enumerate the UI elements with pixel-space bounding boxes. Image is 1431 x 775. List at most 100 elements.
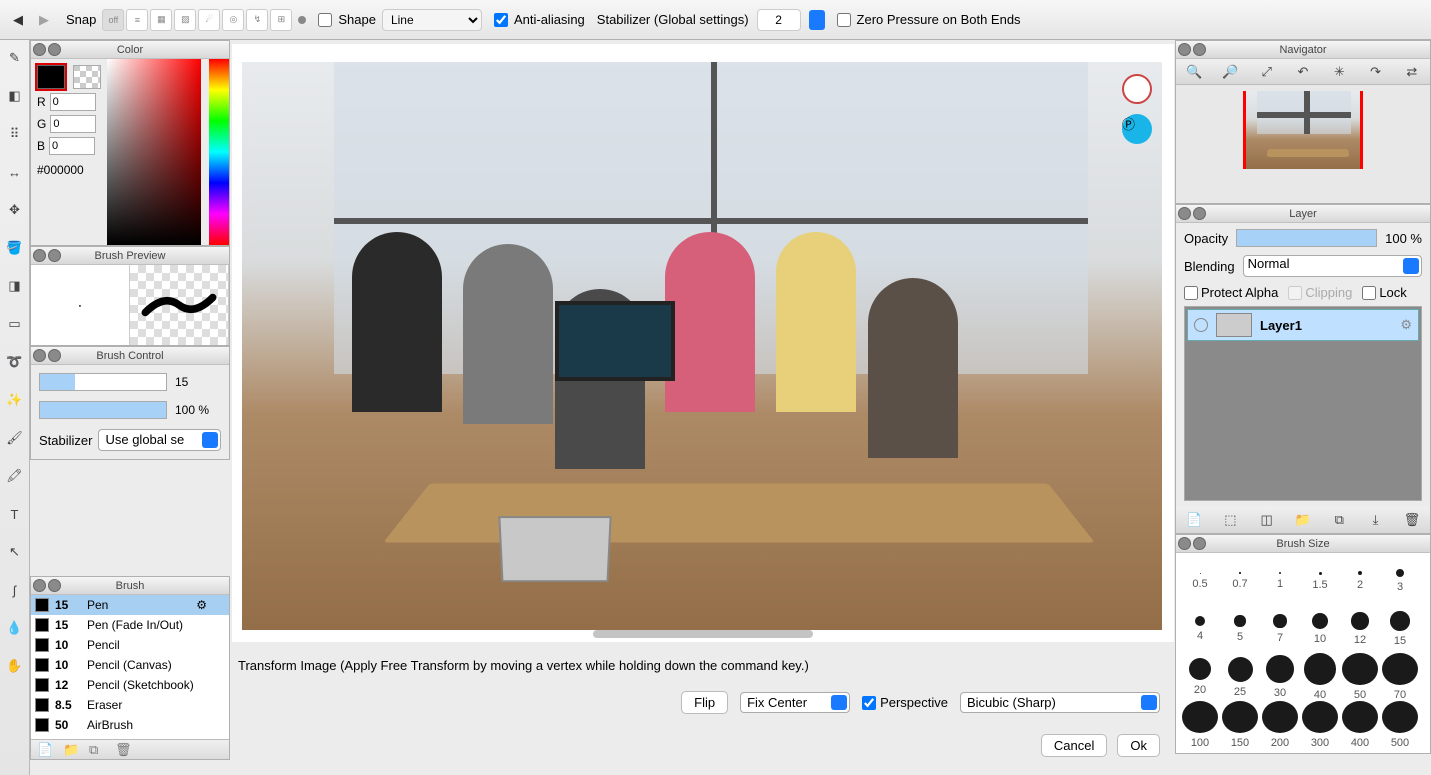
brush-size-cell[interactable]: 7 (1260, 605, 1300, 653)
zoom-in-icon[interactable]: 🔍 (1184, 62, 1204, 82)
brush-size-cell[interactable]: 70 (1380, 653, 1420, 701)
fit-icon[interactable]: ⤢ (1257, 62, 1277, 82)
text-tool-icon[interactable]: T (5, 504, 25, 524)
layer-item[interactable]: Layer1 ⚙ (1187, 309, 1419, 341)
close-icon[interactable] (1178, 43, 1191, 56)
close-icon[interactable] (33, 579, 46, 592)
rotate-left-icon[interactable]: ↶ (1293, 62, 1313, 82)
zeropress-checkbox[interactable] (837, 13, 851, 27)
layer-list[interactable]: Layer1 ⚙ (1184, 306, 1422, 501)
close-icon[interactable] (1178, 537, 1191, 550)
transform-tool-icon[interactable]: ✥ (5, 200, 25, 220)
brush-row[interactable]: 10Pencil (31, 635, 229, 655)
rotate-right-icon[interactable]: ↷ (1366, 62, 1386, 82)
close-icon[interactable] (33, 249, 46, 262)
rotate-reset-icon[interactable]: ✳ (1329, 62, 1349, 82)
menu-icon[interactable] (1193, 43, 1206, 56)
brush-size-cell[interactable]: 100 (1180, 701, 1220, 749)
gear-icon[interactable]: ⚙ (1400, 317, 1412, 333)
antialias-checkbox[interactable] (494, 13, 508, 27)
menu-icon[interactable] (48, 43, 61, 56)
color-picker-area[interactable] (107, 59, 229, 245)
brush-size-cell[interactable]: 30 (1260, 653, 1300, 701)
bucket-tool-icon[interactable]: 🪣 (5, 238, 25, 258)
brush-size-cell[interactable]: 20 (1180, 653, 1220, 701)
visibility-icon[interactable] (1194, 318, 1208, 332)
fix-center-select[interactable]: Fix Center (740, 692, 850, 713)
pointer-tool-icon[interactable]: ↖ (5, 542, 25, 562)
brush-size-cell[interactable]: 200 (1260, 701, 1300, 749)
snap-hatch-icon[interactable]: ▨ (174, 9, 196, 31)
shape-select[interactable]: Line (382, 9, 482, 31)
brush-size-cell[interactable]: 3 (1380, 557, 1420, 605)
mask-icon[interactable]: ◫ (1257, 510, 1277, 530)
brush-row[interactable]: 12Pencil (Sketchbook) (31, 675, 229, 695)
brush-size-cell[interactable]: 300 (1300, 701, 1340, 749)
layer-opacity-slider[interactable] (1236, 229, 1377, 247)
brush-size-cell[interactable]: 12 (1340, 605, 1380, 653)
dots-tool-icon[interactable]: ⠿ (5, 124, 25, 144)
lock-checkbox[interactable] (1362, 286, 1376, 300)
gradient-tool-icon[interactable]: ◨ (5, 276, 25, 296)
brush-size-cell[interactable]: 2 (1340, 557, 1380, 605)
eraser-tool-icon[interactable]: ◧ (5, 86, 25, 106)
folder-icon[interactable]: 📁 (1293, 510, 1313, 530)
pen-tool-icon[interactable]: ✎ (5, 48, 25, 68)
new-brush-icon[interactable]: 📄 (37, 742, 53, 758)
canvas-area[interactable]: Ⓟ (232, 44, 1174, 642)
stabilizer-stepper-icon[interactable] (809, 10, 825, 30)
menu-icon[interactable] (1193, 207, 1206, 220)
wand-tool-icon[interactable]: ✨ (5, 390, 25, 410)
new-layer-icon[interactable]: 📄 (1184, 510, 1204, 530)
gear-icon[interactable]: ⚙ (196, 598, 207, 612)
perspective-checkbox[interactable] (862, 696, 876, 710)
close-icon[interactable] (1178, 207, 1191, 220)
cancel-button[interactable]: Cancel (1041, 734, 1107, 757)
brush-size-cell[interactable]: 400 (1340, 701, 1380, 749)
size-slider[interactable] (39, 373, 167, 391)
trash-icon[interactable]: 🗑 (115, 742, 131, 758)
b-input[interactable] (49, 137, 95, 155)
brush-size-cell[interactable]: 40 (1300, 653, 1340, 701)
duplicate-icon[interactable]: ⧉ (89, 742, 105, 758)
hand-tool-icon[interactable]: ✋ (5, 656, 25, 676)
stabilizer-select[interactable]: Use global se (98, 429, 221, 451)
snap-curve-icon[interactable]: ↯ (246, 9, 268, 31)
brush-size-cell[interactable]: 10 (1300, 605, 1340, 653)
close-icon[interactable] (33, 349, 46, 362)
protect-alpha-checkbox[interactable] (1184, 286, 1198, 300)
brush-row[interactable]: 50AirBrush (31, 715, 229, 735)
zoom-out-icon[interactable]: 🔎 (1220, 62, 1240, 82)
smudge-tool-icon[interactable]: ʃ (5, 580, 25, 600)
interpolation-select[interactable]: Bicubic (Sharp) (960, 692, 1160, 713)
canvas-scrollbar[interactable] (593, 630, 813, 638)
hue-slider[interactable] (209, 59, 229, 245)
menu-icon[interactable] (48, 349, 61, 362)
brush-size-cell[interactable]: 500 (1380, 701, 1420, 749)
menu-icon[interactable] (48, 579, 61, 592)
trash-icon[interactable]: 🗑 (1402, 510, 1422, 530)
brush-row[interactable]: 15Pen (Fade In/Out) (31, 615, 229, 635)
brush-size-cell[interactable]: 5 (1220, 605, 1260, 653)
r-input[interactable] (50, 93, 96, 111)
foreground-swatch[interactable] (37, 65, 65, 89)
menu-icon[interactable] (1193, 537, 1206, 550)
blend-select[interactable]: Normal (1243, 255, 1422, 277)
g-input[interactable] (50, 115, 96, 133)
snap-vanish-icon[interactable]: ☄ (198, 9, 220, 31)
brush-size-cell[interactable]: 15 (1380, 605, 1420, 653)
brush-size-cell[interactable]: 1 (1260, 557, 1300, 605)
brush-row[interactable]: 10Pencil (Canvas) (31, 655, 229, 675)
navigator-thumbnail[interactable] (1243, 91, 1363, 169)
snap-grid-icon[interactable]: ▦ (150, 9, 172, 31)
merge-icon[interactable]: ⤓ (1366, 510, 1386, 530)
lasso-tool-icon[interactable]: ➰ (5, 352, 25, 372)
flip-h-icon[interactable]: ⇄ (1402, 62, 1422, 82)
snap-off-icon[interactable]: off (102, 9, 124, 31)
brush-tool-icon[interactable]: 🖌 (5, 428, 25, 448)
opacity-slider[interactable] (39, 401, 167, 419)
close-icon[interactable] (33, 43, 46, 56)
brush-size-cell[interactable]: 1.5 (1300, 557, 1340, 605)
snap-ruler-icon[interactable]: ⊞ (270, 9, 292, 31)
redo-icon[interactable]: ▶ (34, 11, 54, 29)
